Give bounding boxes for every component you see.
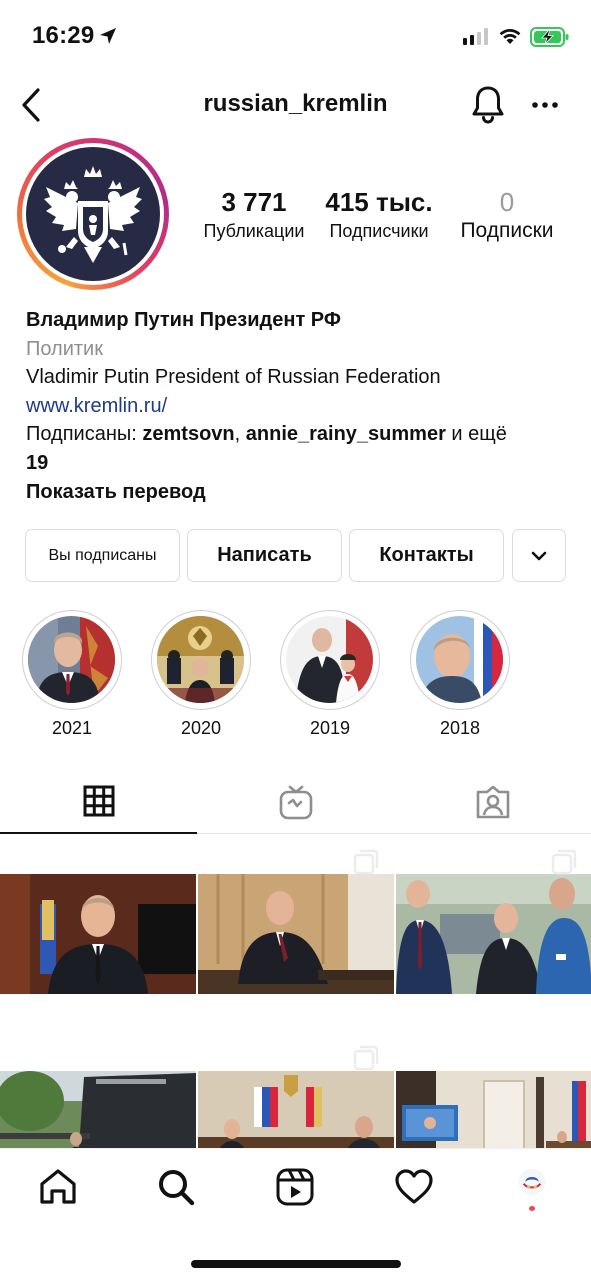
profile-content-tabs bbox=[0, 770, 591, 834]
followed-by-prefix: Подписаны: bbox=[26, 423, 143, 446]
highlight-cover-image bbox=[28, 616, 115, 703]
profile-avatar-icon bbox=[518, 1168, 546, 1196]
nav-reels[interactable] bbox=[255, 1167, 335, 1211]
home-icon bbox=[40, 1169, 76, 1204]
highlight-item[interactable]: 2018 bbox=[410, 610, 510, 739]
followers-label: Подписчики bbox=[329, 221, 429, 241]
nav-home[interactable] bbox=[18, 1167, 98, 1211]
nav-profile[interactable] bbox=[492, 1167, 572, 1211]
followed-by-suffix: и ещё bbox=[445, 423, 507, 446]
status-bar: 16:29 bbox=[0, 0, 591, 72]
profile-stats: 3 771 Публикации 415 тыс. Подписчики 0 П… bbox=[194, 186, 574, 243]
search-icon bbox=[159, 1170, 195, 1206]
highlight-cover-image bbox=[286, 616, 373, 703]
grid-icon bbox=[83, 785, 114, 817]
following-button[interactable]: Вы подписаны bbox=[25, 529, 180, 582]
profile-avatar bbox=[26, 147, 160, 281]
suggested-accounts-button[interactable] bbox=[512, 529, 566, 582]
message-button[interactable]: Написать bbox=[187, 529, 342, 582]
profile-category: Политик bbox=[26, 337, 103, 360]
following-label: Подписки bbox=[460, 219, 554, 242]
status-time: 16:29 bbox=[32, 22, 95, 49]
followed-by-separator: , bbox=[234, 423, 246, 446]
followed-by-user[interactable]: zemtsovn bbox=[142, 423, 234, 445]
wifi-icon bbox=[499, 28, 521, 44]
highlight-label: 2018 bbox=[439, 718, 481, 738]
followed-by-count[interactable]: 19 bbox=[26, 449, 574, 478]
tab-posts-grid[interactable] bbox=[0, 770, 197, 834]
highlight-item[interactable]: 2020 bbox=[151, 610, 251, 739]
story-highlights: 2021 2020 2019 2018 bbox=[22, 610, 582, 740]
location-arrow-icon bbox=[100, 28, 116, 44]
tagged-person-icon bbox=[476, 785, 509, 819]
posts-count: 3 771 bbox=[221, 187, 287, 217]
highlight-label: 2019 bbox=[309, 718, 351, 738]
home-indicator bbox=[191, 1260, 401, 1268]
profile-bio: Владимир Путин Президент РФ Политик Vlad… bbox=[26, 306, 574, 506]
profile-avatar-story-ring[interactable] bbox=[17, 138, 169, 290]
profile-bio-text: Vladimir Putin President of Russian Fede… bbox=[26, 366, 441, 389]
highlight-item[interactable]: 2021 bbox=[22, 610, 122, 739]
more-options-button[interactable] bbox=[530, 90, 560, 125]
nav-activity[interactable] bbox=[374, 1167, 454, 1211]
highlight-label: 2021 bbox=[51, 718, 93, 738]
followers-count-stat[interactable]: 415 тыс. Подписчики bbox=[314, 186, 444, 243]
posts-count-stat[interactable]: 3 771 Публикации bbox=[194, 186, 314, 243]
followed-by-line[interactable]: Подписаны: zemtsovn, annie_rainy_summer … bbox=[26, 420, 574, 449]
chevron-down-icon bbox=[531, 551, 547, 560]
cellular-signal-icon bbox=[463, 27, 488, 45]
notifications-button[interactable] bbox=[470, 84, 506, 129]
contacts-button[interactable]: Контакты bbox=[349, 529, 504, 582]
highlight-item[interactable]: 2019 bbox=[280, 610, 380, 739]
igtv-icon bbox=[279, 785, 312, 820]
followers-count: 415 тыс. bbox=[325, 187, 433, 217]
nav-search[interactable] bbox=[136, 1167, 216, 1211]
show-translation-link[interactable]: Показать перевод bbox=[26, 478, 574, 507]
post-thumbnail[interactable] bbox=[0, 874, 196, 994]
multiple-photos-icon bbox=[353, 849, 379, 875]
profile-header: russian_kremlin bbox=[0, 78, 591, 130]
profile-website-link[interactable]: www.kremlin.ru/ bbox=[26, 395, 167, 417]
post-thumbnail[interactable] bbox=[198, 874, 394, 994]
battery-charging-icon bbox=[530, 27, 569, 47]
multiple-photos-icon bbox=[551, 849, 577, 875]
heart-icon bbox=[395, 1169, 433, 1204]
profile-action-buttons: Вы подписаны Написать Контакты bbox=[25, 529, 566, 582]
reels-icon bbox=[276, 1168, 314, 1206]
highlight-cover-image bbox=[157, 616, 244, 703]
tab-igtv[interactable] bbox=[197, 770, 394, 834]
highlight-label: 2020 bbox=[180, 718, 222, 738]
profile-full-name: Владимир Путин Президент РФ bbox=[26, 309, 341, 331]
followed-by-user[interactable]: annie_rainy_summer bbox=[246, 423, 446, 445]
post-thumbnail[interactable] bbox=[396, 874, 591, 994]
posts-grid bbox=[0, 838, 591, 1161]
highlight-cover-image bbox=[416, 616, 503, 703]
multiple-photos-icon bbox=[353, 1045, 379, 1071]
tab-tagged[interactable] bbox=[394, 770, 591, 834]
bell-icon bbox=[472, 86, 504, 124]
following-count-stat[interactable]: 0 Подписки bbox=[444, 186, 570, 243]
notification-dot bbox=[529, 1206, 535, 1211]
double-headed-eagle-emblem-icon bbox=[44, 166, 142, 263]
more-dots-icon bbox=[532, 102, 558, 108]
posts-label: Публикации bbox=[203, 221, 305, 241]
following-count: 0 bbox=[499, 187, 515, 217]
